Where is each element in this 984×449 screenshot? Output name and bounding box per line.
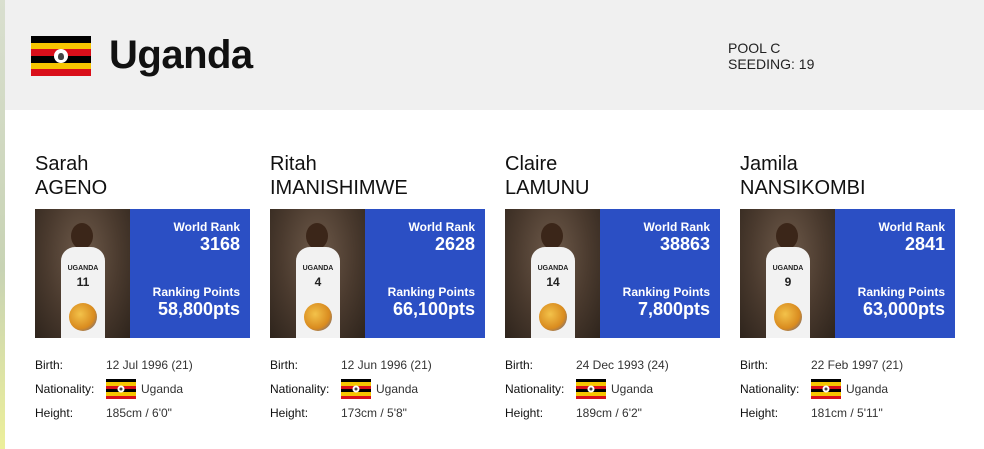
player-first-name: Sarah: [35, 153, 89, 175]
uganda-flag-icon: [31, 36, 91, 76]
nationality-label: Nationality:: [270, 382, 330, 396]
ranking-points-label: Ranking Points: [857, 285, 945, 299]
height-value: 173cm / 5'8": [341, 406, 407, 420]
nationality-label: Nationality:: [35, 382, 95, 396]
nationality-value: Uganda: [141, 382, 184, 396]
player-card[interactable]: Jamila NANSIKOMBI UGANDA 9 World Rank 28…: [740, 152, 955, 420]
nationality-row: Nationality: Uganda: [505, 379, 720, 400]
world-rank-value: 2628: [434, 234, 475, 254]
player-card[interactable]: Ritah IMANISHIMWE UGANDA 4 World Rank 26…: [270, 152, 485, 420]
basketball-icon: [774, 303, 802, 331]
player-tile: UGANDA 14 World Rank 38863 Ranking Point…: [505, 209, 720, 338]
player-tile: UGANDA 4 World Rank 2628 Ranking Points …: [270, 209, 485, 338]
height-label: Height:: [505, 406, 544, 420]
birth-value: 22 Feb 1997 (21): [811, 358, 904, 372]
country-title: Uganda: [109, 33, 253, 77]
ranking-points-label: Ranking Points: [387, 285, 475, 299]
world-rank-label: World Rank: [408, 220, 475, 234]
birth-row: Birth: 12 Jun 1996 (21): [270, 358, 485, 376]
player-last-name: IMANISHIMWE: [270, 177, 408, 199]
ranking-points-value: 66,100pts: [392, 299, 475, 319]
height-value: 181cm / 5'11": [811, 406, 883, 420]
height-row: Height: 173cm / 5'8": [270, 406, 485, 424]
jersey-number: 4: [314, 275, 322, 289]
seeding-label: SEEDING: 19: [728, 56, 815, 72]
pool-info: POOL C SEEDING: 19: [728, 40, 814, 72]
player-photo[interactable]: UGANDA 9: [740, 209, 835, 338]
basketball-icon: [69, 303, 97, 331]
birth-value: 24 Dec 1993 (24): [576, 358, 669, 372]
ranking-points-value: 7,800pts: [637, 299, 710, 319]
birth-row: Birth: 12 Jul 1996 (21): [35, 358, 250, 376]
world-rank-label: World Rank: [643, 220, 710, 234]
player-stats: World Rank 2841 Ranking Points 63,000pts: [835, 209, 955, 338]
jersey-team: UGANDA: [302, 265, 334, 272]
player-tile: UGANDA 9 World Rank 2841 Ranking Points …: [740, 209, 955, 338]
player-last-name: AGENO: [35, 177, 108, 199]
player-last-name: NANSIKOMBI: [740, 177, 866, 199]
nationality-label: Nationality:: [740, 382, 800, 396]
uganda-flag-icon: [106, 379, 136, 399]
birth-label: Birth:: [740, 358, 769, 372]
uganda-flag-icon: [341, 379, 371, 399]
player-photo[interactable]: UGANDA 14: [505, 209, 600, 338]
jersey-team: UGANDA: [67, 265, 99, 272]
player-last-name: LAMUNU: [505, 177, 590, 199]
ranking-points-value: 58,800pts: [157, 299, 240, 319]
jersey-number: 11: [76, 275, 90, 289]
birth-value: 12 Jul 1996 (21): [106, 358, 193, 372]
jersey-number: 14: [546, 275, 560, 289]
nationality-row: Nationality: Uganda: [35, 379, 250, 400]
player-tile: UGANDA 11 World Rank 3168 Ranking Points…: [35, 209, 250, 338]
birth-label: Birth:: [270, 358, 299, 372]
player-first-name: Claire: [505, 153, 558, 175]
height-row: Height: 185cm / 6'0": [35, 406, 250, 424]
height-label: Height:: [270, 406, 309, 420]
jersey-team: UGANDA: [772, 265, 804, 272]
birth-label: Birth:: [505, 358, 534, 372]
nationality-value: Uganda: [611, 382, 654, 396]
nationality-value: Uganda: [846, 382, 889, 396]
birth-label: Birth:: [35, 358, 64, 372]
player-stats: World Rank 38863 Ranking Points 7,800pts: [600, 209, 720, 338]
nationality-row: Nationality: Uganda: [740, 379, 955, 400]
player-stats: World Rank 3168 Ranking Points 58,800pts: [130, 209, 250, 338]
basketball-icon: [539, 303, 567, 331]
height-row: Height: 181cm / 5'11": [740, 406, 955, 424]
world-rank-label: World Rank: [878, 220, 945, 234]
birth-value: 12 Jun 1996 (21): [341, 358, 432, 372]
world-rank-value: 38863: [659, 234, 710, 254]
world-rank-value: 3168: [199, 234, 240, 254]
ranking-points-label: Ranking Points: [622, 285, 710, 299]
world-rank-label: World Rank: [173, 220, 240, 234]
height-value: 185cm / 6'0": [106, 406, 172, 420]
player-card[interactable]: Sarah AGENO UGANDA 11 World Rank 3168 Ra…: [35, 152, 250, 420]
height-label: Height:: [740, 406, 779, 420]
ranking-points-value: 63,000pts: [862, 299, 945, 319]
player-card[interactable]: Claire LAMUNU UGANDA 14 World Rank 38863…: [505, 152, 720, 420]
player-first-name: Ritah: [270, 153, 317, 175]
height-label: Height:: [35, 406, 74, 420]
player-first-name: Jamila: [740, 153, 798, 175]
jersey-number: 9: [784, 275, 792, 289]
team-header: Uganda POOL C SEEDING: 19: [5, 0, 984, 110]
height-value: 189cm / 6'2": [576, 406, 642, 420]
nationality-label: Nationality:: [505, 382, 565, 396]
pool-label: POOL C: [728, 40, 781, 56]
birth-row: Birth: 22 Feb 1997 (21): [740, 358, 955, 376]
birth-row: Birth: 24 Dec 1993 (24): [505, 358, 720, 376]
jersey-team: UGANDA: [537, 265, 569, 272]
ranking-points-label: Ranking Points: [152, 285, 240, 299]
basketball-icon: [304, 303, 332, 331]
nationality-row: Nationality: Uganda: [270, 379, 485, 400]
height-row: Height: 189cm / 6'2": [505, 406, 720, 424]
player-photo[interactable]: UGANDA 11: [35, 209, 130, 338]
player-stats: World Rank 2628 Ranking Points 66,100pts: [365, 209, 485, 338]
uganda-flag-icon: [811, 379, 841, 399]
nationality-value: Uganda: [376, 382, 419, 396]
uganda-flag-icon: [576, 379, 606, 399]
player-photo[interactable]: UGANDA 4: [270, 209, 365, 338]
world-rank-value: 2841: [904, 234, 945, 254]
